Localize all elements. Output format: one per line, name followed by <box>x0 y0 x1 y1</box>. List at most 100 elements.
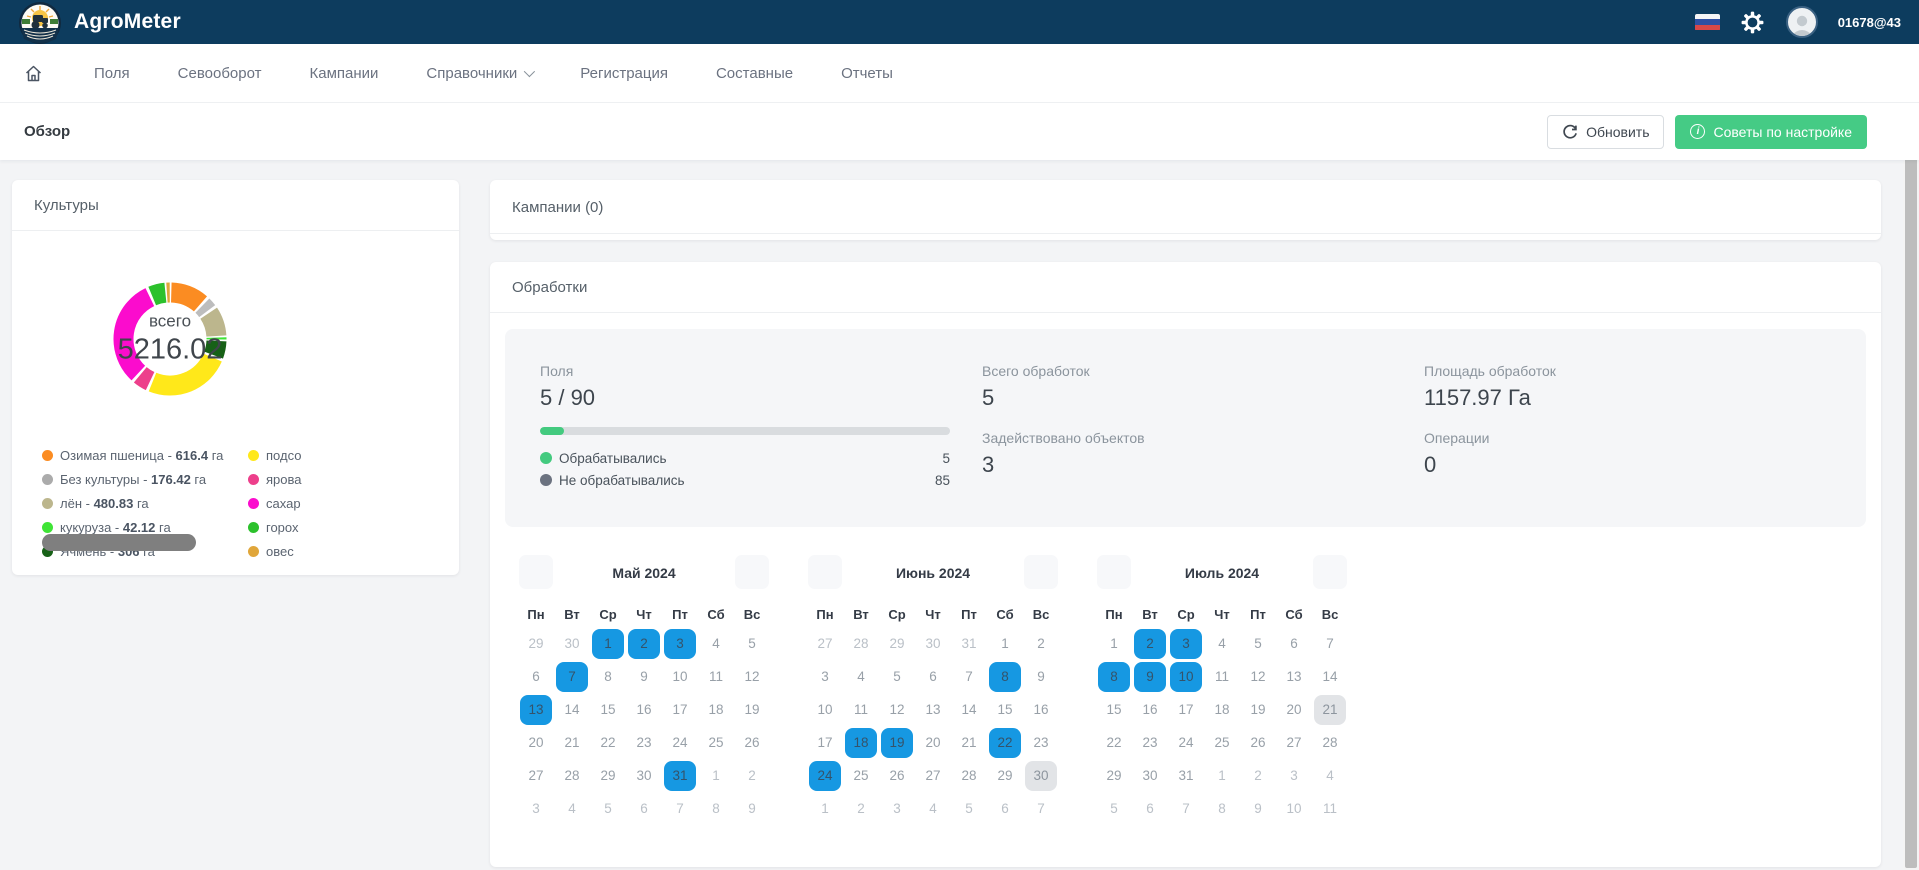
calendar-day[interactable]: 29 <box>520 629 552 659</box>
calendar-day-highlighted[interactable]: 10 <box>1170 662 1202 692</box>
calendar-day[interactable]: 9 <box>628 662 660 692</box>
calendar-day[interactable]: 3 <box>520 794 552 824</box>
calendar-day[interactable]: 24 <box>1170 728 1202 758</box>
nav-item-4[interactable]: Регистрация <box>556 65 692 82</box>
donut-segment-ярова[interactable] <box>140 375 150 381</box>
calendar-day[interactable]: 5 <box>1242 629 1274 659</box>
calendar-day-highlighted[interactable]: 22 <box>989 728 1021 758</box>
refresh-button[interactable]: Обновить <box>1547 115 1664 149</box>
nav-item-2[interactable]: Кампании <box>286 65 403 82</box>
calendar-day[interactable]: 7 <box>664 794 696 824</box>
calendar-day[interactable]: 4 <box>1314 761 1346 791</box>
calendar-day[interactable]: 11 <box>700 662 732 692</box>
username-label[interactable]: 01678@43 <box>1838 15 1901 30</box>
nav-item-5[interactable]: Составные <box>692 65 817 82</box>
donut-segment-подсо[interactable] <box>152 358 212 386</box>
calendar-day[interactable]: 6 <box>628 794 660 824</box>
calendar-day[interactable]: 25 <box>700 728 732 758</box>
crop-legend-item[interactable]: горох <box>248 515 328 539</box>
calendar-day[interactable]: 4 <box>1206 629 1238 659</box>
calendar-day[interactable]: 30 <box>1025 761 1057 791</box>
calendar-day[interactable]: 29 <box>881 629 913 659</box>
calendar-day-highlighted[interactable]: 19 <box>881 728 913 758</box>
calendar-day[interactable]: 25 <box>845 761 877 791</box>
calendar-day[interactable]: 7 <box>1025 794 1057 824</box>
calendar-day[interactable]: 23 <box>1025 728 1057 758</box>
calendar-day[interactable]: 17 <box>1170 695 1202 725</box>
calendar-day-highlighted[interactable]: 3 <box>664 629 696 659</box>
calendar-prev-button[interactable] <box>808 555 842 589</box>
calendar-day[interactable]: 28 <box>953 761 985 791</box>
calendar-day[interactable]: 11 <box>1314 794 1346 824</box>
calendar-day[interactable]: 29 <box>592 761 624 791</box>
calendar-day[interactable]: 3 <box>1278 761 1310 791</box>
calendar-day[interactable]: 16 <box>628 695 660 725</box>
calendar-day[interactable]: 21 <box>556 728 588 758</box>
calendar-day[interactable]: 1 <box>989 629 1021 659</box>
calendar-day[interactable]: 20 <box>1278 695 1310 725</box>
settings-gear-icon[interactable] <box>1740 9 1766 35</box>
calendar-day[interactable]: 31 <box>1170 761 1202 791</box>
calendar-day[interactable]: 15 <box>592 695 624 725</box>
calendar-day[interactable]: 10 <box>809 695 841 725</box>
calendar-day[interactable]: 28 <box>1314 728 1346 758</box>
crops-donut-chart[interactable]: всего 5216.02 <box>90 259 250 419</box>
nav-item-6[interactable]: Отчеты <box>817 65 917 82</box>
calendar-day[interactable]: 21 <box>953 728 985 758</box>
calendar-day[interactable]: 17 <box>664 695 696 725</box>
nav-home-icon[interactable] <box>24 64 70 83</box>
calendar-day[interactable]: 13 <box>1278 662 1310 692</box>
calendar-day[interactable]: 14 <box>556 695 588 725</box>
calendar-day[interactable]: 15 <box>1098 695 1130 725</box>
crop-legend-item[interactable]: сахар <box>248 491 328 515</box>
calendar-day-highlighted[interactable]: 9 <box>1134 662 1166 692</box>
calendar-day[interactable]: 6 <box>1134 794 1166 824</box>
calendar-day[interactable]: 18 <box>1206 695 1238 725</box>
user-avatar[interactable] <box>1786 6 1818 38</box>
calendar-day[interactable]: 2 <box>845 794 877 824</box>
calendar-day[interactable]: 16 <box>1025 695 1057 725</box>
calendar-day[interactable]: 29 <box>989 761 1021 791</box>
donut-segment-Ячмень[interactable] <box>214 341 217 355</box>
calendar-day[interactable]: 22 <box>1098 728 1130 758</box>
crop-legend-item[interactable]: Озимая пшеница - 616.4 га <box>42 443 248 467</box>
calendar-day-highlighted[interactable]: 13 <box>520 695 552 725</box>
calendar-day[interactable]: 10 <box>1278 794 1310 824</box>
calendar-day-highlighted[interactable]: 7 <box>556 662 588 692</box>
calendar-day[interactable]: 19 <box>1242 695 1274 725</box>
calendar-day[interactable]: 7 <box>1314 629 1346 659</box>
calendar-day[interactable]: 20 <box>917 728 949 758</box>
calendar-day[interactable]: 5 <box>953 794 985 824</box>
crop-legend-item[interactable]: овес <box>248 539 328 563</box>
calendar-day[interactable]: 1 <box>1098 629 1130 659</box>
calendar-day[interactable]: 5 <box>736 629 768 659</box>
donut-segment-Озимая пшеница[interactable] <box>171 293 200 304</box>
calendar-day[interactable]: 26 <box>736 728 768 758</box>
calendar-next-button[interactable] <box>1024 555 1058 589</box>
calendar-day[interactable]: 23 <box>1134 728 1166 758</box>
calendar-day[interactable]: 31 <box>953 629 985 659</box>
calendar-day[interactable]: 30 <box>917 629 949 659</box>
calendar-day-highlighted[interactable]: 8 <box>989 662 1021 692</box>
calendar-day[interactable]: 2 <box>1025 629 1057 659</box>
calendar-day[interactable]: 6 <box>1278 629 1310 659</box>
nav-item-3[interactable]: Справочники <box>402 65 556 82</box>
calendar-day[interactable]: 12 <box>736 662 768 692</box>
crop-legend-item[interactable]: ярова <box>248 467 328 491</box>
calendar-day[interactable]: 20 <box>520 728 552 758</box>
calendar-day[interactable]: 9 <box>1025 662 1057 692</box>
calendar-day[interactable]: 12 <box>1242 662 1274 692</box>
language-flag-ru[interactable] <box>1695 14 1720 31</box>
calendar-day[interactable]: 28 <box>845 629 877 659</box>
calendar-day[interactable]: 6 <box>520 662 552 692</box>
calendar-day[interactable]: 4 <box>845 662 877 692</box>
calendar-day[interactable]: 27 <box>917 761 949 791</box>
calendar-day[interactable]: 18 <box>700 695 732 725</box>
calendar-prev-button[interactable] <box>1097 555 1131 589</box>
calendar-day[interactable]: 1 <box>809 794 841 824</box>
calendar-day[interactable]: 27 <box>520 761 552 791</box>
calendar-next-button[interactable] <box>735 555 769 589</box>
calendar-day-highlighted[interactable]: 1 <box>592 629 624 659</box>
calendar-day-highlighted[interactable]: 8 <box>1098 662 1130 692</box>
page-scrollbar-thumb[interactable] <box>1905 104 1917 868</box>
